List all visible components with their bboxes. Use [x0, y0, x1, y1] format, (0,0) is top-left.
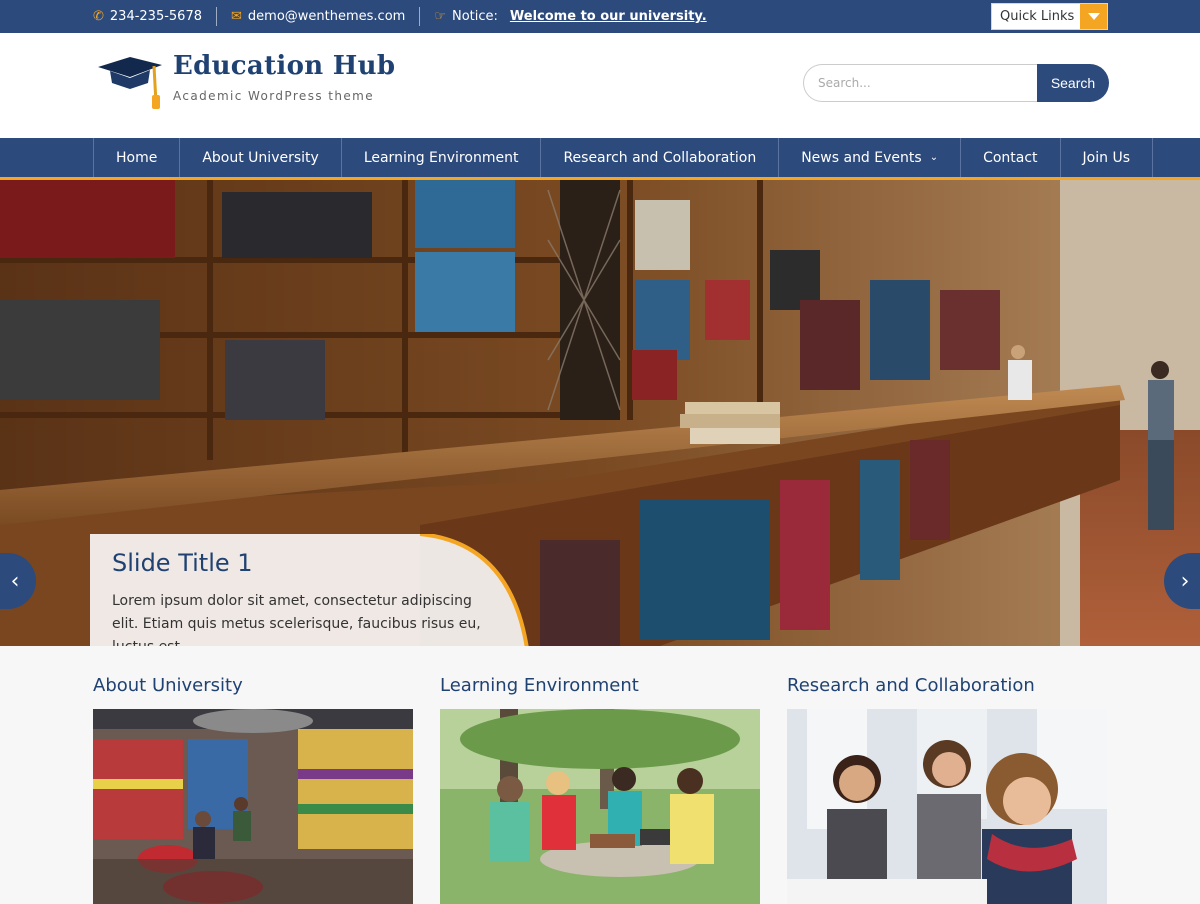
phone-info: ✆ 234-235-5678 [93, 7, 217, 26]
bookstore-photo [93, 709, 413, 904]
students-studying-photo [787, 709, 1107, 904]
envelope-icon: ✉ [231, 9, 242, 24]
quick-links-label: Quick Links [1000, 9, 1075, 24]
feature-learning-environment: Learning Environment [440, 646, 760, 904]
nav-item-join-us[interactable]: Join Us [1061, 138, 1153, 177]
notice-label: Notice: [451, 9, 498, 24]
nav-label: News and Events [801, 149, 922, 166]
top-bar: ✆ 234-235-5678 ✉ demo@wenthemes.com ☞ No… [0, 0, 1200, 33]
nav-item-news-events[interactable]: News and Events ⌄ [779, 138, 962, 177]
feature-about-university: About University [93, 646, 413, 904]
search-input[interactable] [803, 64, 1037, 102]
students-outdoors-photo [440, 709, 760, 904]
feature-research-collaboration: Research and Collaboration [787, 646, 1107, 904]
site-tagline: Academic WordPress theme [173, 89, 374, 103]
feature-image-students-studying[interactable] [787, 709, 1107, 904]
hand-pointer-icon: ☞ [434, 9, 446, 24]
slide-caption: Slide Title 1 Lorem ipsum dolor sit amet… [90, 534, 536, 646]
phone-number: 234-235-5678 [109, 9, 202, 24]
nav-item-home[interactable]: Home [94, 138, 181, 177]
nav-item-about-university[interactable]: About University [180, 138, 342, 177]
main-navigation: Home About University Learning Environme… [0, 138, 1200, 180]
feature-title[interactable]: Research and Collaboration [787, 675, 1107, 696]
nav-label: Contact [983, 149, 1038, 166]
feature-image-students-outdoors[interactable] [440, 709, 760, 904]
chevron-left-icon: ‹ [10, 568, 20, 594]
nav-item-research-collaboration[interactable]: Research and Collaboration [541, 138, 780, 177]
email-info[interactable]: ✉ demo@wenthemes.com [231, 7, 421, 26]
slide-text: Lorem ipsum dolor sit amet, consectetur … [112, 593, 481, 646]
email-address[interactable]: demo@wenthemes.com [248, 9, 405, 24]
phone-icon: ✆ [93, 9, 104, 24]
search-form: Search [803, 64, 1109, 102]
featured-sections: About University Learning Environment Re… [0, 646, 1200, 904]
chevron-down-icon: ⌄ [929, 152, 939, 163]
nav-item-contact[interactable]: Contact [961, 138, 1061, 177]
hero-slider: Slide Title 1 Lorem ipsum dolor sit amet… [0, 180, 1200, 646]
notice-link[interactable]: Welcome to our university. [510, 9, 707, 24]
notice: ☞ Notice: Welcome to our university. [434, 7, 720, 26]
graduation-cap-icon[interactable] [96, 57, 166, 113]
caret-down-icon[interactable] [1080, 4, 1107, 29]
feature-image-bookstore[interactable] [93, 709, 413, 904]
nav-label: Learning Environment [363, 149, 519, 166]
feature-title[interactable]: About University [93, 675, 413, 696]
quick-links-dropdown[interactable]: Quick Links [991, 3, 1108, 30]
nav-label: About University [202, 149, 319, 166]
chevron-right-icon: › [1180, 568, 1190, 594]
nav-label: Join Us [1082, 149, 1130, 166]
slide-title: Slide Title 1 [112, 549, 253, 577]
feature-title[interactable]: Learning Environment [440, 675, 760, 696]
site-header: Education Hub Academic WordPress theme S… [0, 33, 1200, 138]
nav-label: Home [116, 149, 158, 166]
site-title[interactable]: Education Hub [173, 51, 395, 81]
nav-label: Research and Collaboration [563, 149, 757, 166]
search-button[interactable]: Search [1037, 64, 1109, 102]
nav-item-learning-environment[interactable]: Learning Environment [342, 138, 542, 177]
